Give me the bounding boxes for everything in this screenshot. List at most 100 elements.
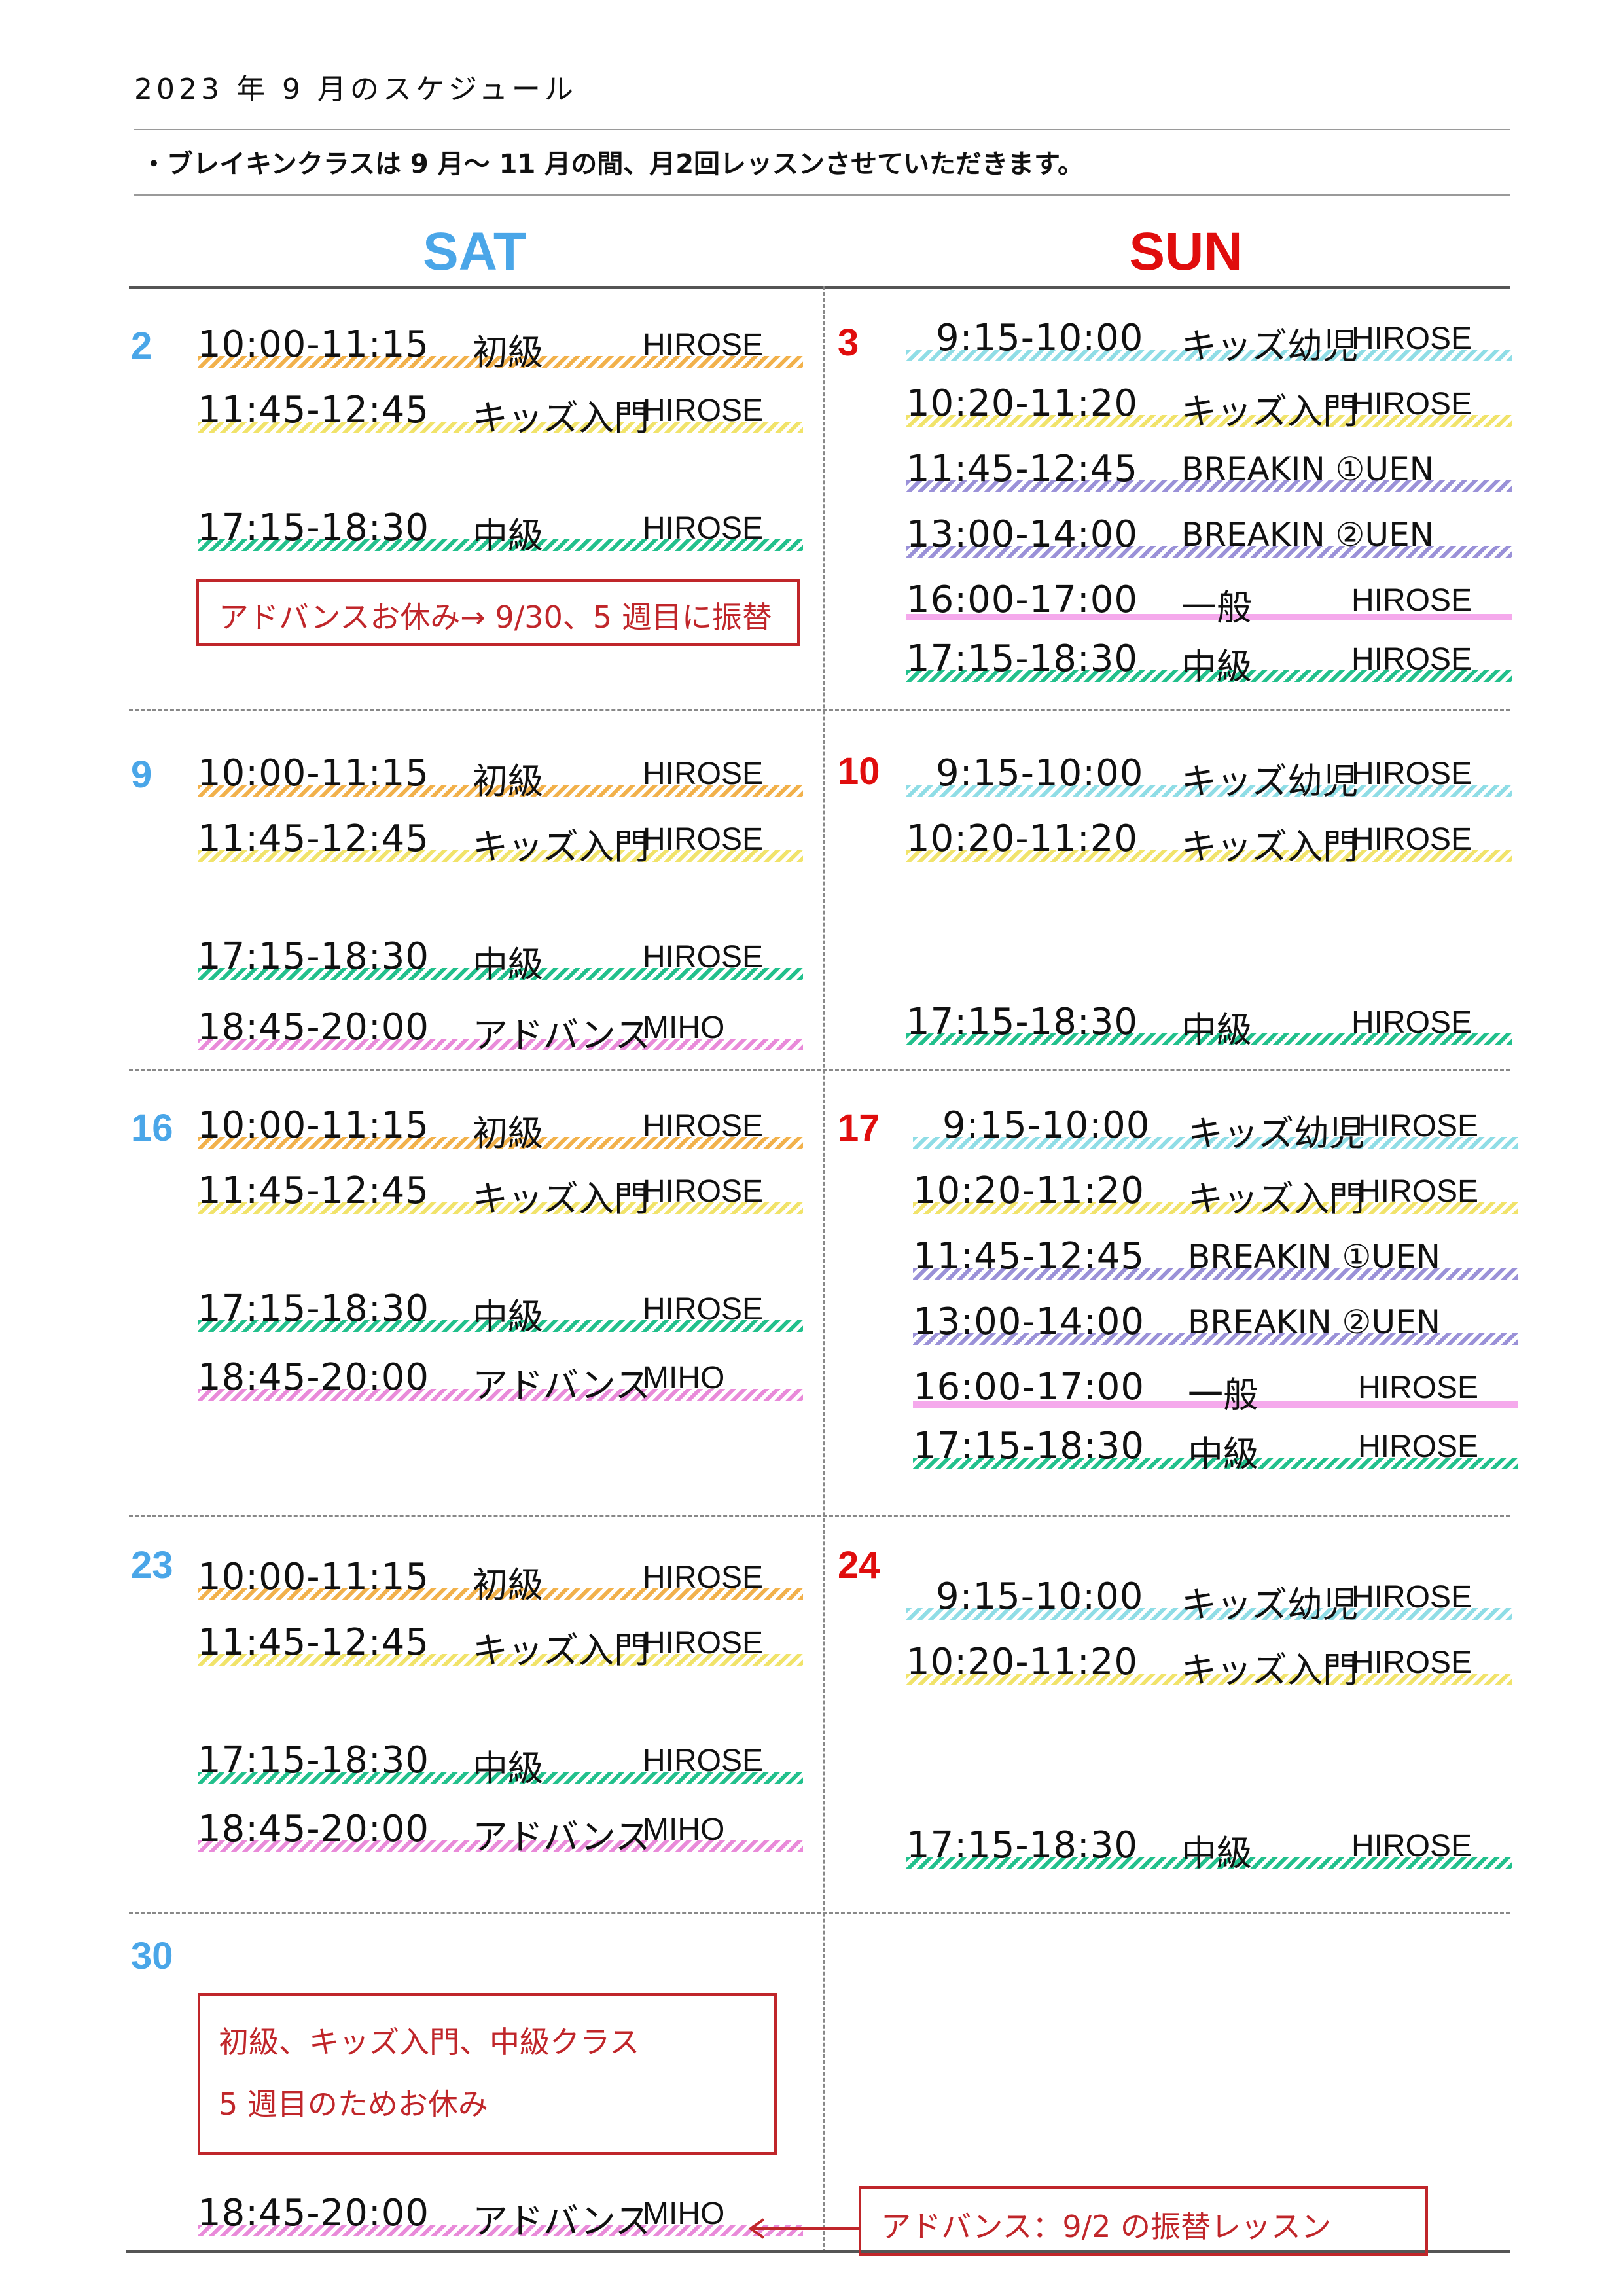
lesson-row: 10:20-11:20 キッズ入門 HIROSE	[906, 380, 1512, 432]
lesson-instructor: HIROSE	[1351, 757, 1472, 791]
lesson-instructor: HIROSE	[643, 1560, 764, 1595]
lesson-class: 中級	[1181, 646, 1252, 687]
lesson-row: 13:00-14:00 BREAKIN ②UEN	[906, 511, 1512, 558]
lesson-row: 17:15-18:30 中級 HIROSE	[906, 998, 1512, 1050]
lesson-class: 一般	[1181, 587, 1252, 628]
breakin-note: ・ブレイキンクラスは 9 月〜 11 月の間、月2回レッスンさせていただきます。	[141, 149, 1084, 179]
lesson-class: 中級	[473, 1748, 543, 1789]
sat-header: SAT	[423, 222, 526, 281]
week-divider	[129, 1515, 1510, 1517]
closure-notice-line: 5 週目のためお休み	[219, 2087, 488, 2122]
lesson-row: 10:00-11:15 初級 HIROSE	[198, 321, 803, 373]
lesson-class: アドバンス	[473, 1014, 651, 1056]
week-divider	[129, 1912, 1510, 1914]
lesson-instructor: HIROSE	[643, 822, 764, 857]
lesson-row: 13:00-14:00 BREAKIN ②UEN	[913, 1298, 1518, 1345]
lesson-time: 9:15-10:00	[936, 752, 1144, 795]
lesson-time: 11:45-12:45	[198, 389, 429, 431]
day-number-sat: 23	[131, 1544, 173, 1587]
lesson-instructor: HIROSE	[643, 1744, 764, 1778]
lesson-instructor: HIROSE	[1351, 642, 1472, 677]
lesson-row: 18:45-20:00 アドバンス MIHO	[198, 1003, 803, 1056]
lesson-class: キッズ入門	[473, 1630, 649, 1671]
lesson-class: キッズ入門	[473, 826, 649, 867]
header-rule	[129, 286, 1510, 289]
lesson-class: キッズ幼児	[1181, 325, 1358, 367]
notice-text: アドバンスお休み→ 9/30、5 週目に振替	[219, 600, 772, 635]
lesson-row: 9:15-10:00 キッズ幼児 HIROSE	[913, 1102, 1518, 1154]
lesson-row: 10:00-11:15 初級 HIROSE	[198, 1102, 803, 1154]
lesson-class: キッズ幼児	[1181, 1584, 1358, 1625]
notice-box: アドバンスお休み→ 9/30、5 週目に振替	[196, 579, 800, 646]
lesson-class: 一般	[1188, 1374, 1258, 1416]
lesson-time: 16:00-17:00	[906, 579, 1138, 621]
lesson-instructor: HIROSE	[643, 757, 764, 791]
lesson-class: キッズ幼児	[1181, 761, 1358, 802]
lesson-instructor: HIROSE	[1351, 387, 1472, 422]
lesson-class: キッズ幼児	[1188, 1113, 1364, 1154]
lesson-time: 11:45-12:45	[913, 1235, 1145, 1278]
day-number-sun: 17	[838, 1107, 880, 1149]
day-number-sun: 10	[838, 750, 880, 793]
lesson-row: 17:15-18:30 中級 HIROSE	[198, 504, 803, 556]
lesson-time: 10:20-11:20	[906, 1641, 1138, 1683]
lesson-class: 中級	[473, 944, 543, 985]
lesson-row: 10:20-11:20 キッズ入門 HIROSE	[906, 815, 1512, 867]
lesson-time: 9:15-10:00	[936, 1575, 1144, 1618]
lesson-time: 11:45-12:45	[198, 1170, 429, 1212]
lesson-class: BREAKIN ②UEN	[1181, 516, 1435, 554]
lesson-class: キッズ入門	[473, 1178, 649, 1219]
lesson-instructor: HIROSE	[1358, 1174, 1479, 1209]
lesson-row: 9:15-10:00 キッズ幼児 HIROSE	[906, 314, 1512, 367]
week-divider	[129, 709, 1510, 711]
lesson-row: 10:00-11:15 初級 HIROSE	[198, 749, 803, 802]
lesson-instructor: MIHO	[643, 1011, 725, 1045]
lesson-instructor: MIHO	[643, 1361, 725, 1395]
lesson-class: キッズ入門	[1181, 826, 1358, 867]
lesson-class: アドバンス	[473, 1365, 651, 1406]
lesson-class: BREAKIN ①UEN	[1181, 450, 1435, 488]
lesson-time: 17:15-18:30	[913, 1425, 1145, 1467]
lesson-row: 9:15-10:00 キッズ幼児 HIROSE	[906, 1573, 1512, 1625]
lesson-row: 17:15-18:30 中級 HIROSE	[913, 1422, 1518, 1475]
lesson-time: 16:00-17:00	[913, 1366, 1145, 1408]
lesson-class: 中級	[473, 515, 543, 556]
lesson-time: 10:00-11:15	[198, 323, 429, 366]
lesson-instructor: HIROSE	[643, 1292, 764, 1327]
lesson-instructor: HIROSE	[643, 511, 764, 546]
day-number-sat: 2	[131, 325, 152, 367]
lesson-row: 17:15-18:30 中級 HIROSE	[198, 1736, 803, 1789]
lesson-class: 初級	[473, 761, 543, 802]
column-divider	[823, 286, 825, 2253]
lesson-row: 18:45-20:00 アドバンス MIHO	[198, 1805, 803, 1857]
lesson-class: キッズ入門	[1181, 391, 1358, 432]
note-divider	[134, 194, 1510, 196]
lesson-time: 11:45-12:45	[198, 817, 429, 860]
lesson-instructor: MIHO	[643, 1812, 725, 1847]
lesson-row: 11:45-12:45 BREAKIN ①UEN	[913, 1232, 1518, 1280]
lesson-instructor: HIROSE	[1351, 1645, 1472, 1680]
lesson-time: 18:45-20:00	[198, 2192, 429, 2234]
makeup-notice-box: アドバンス：9/2 の振替レッスン	[859, 2186, 1428, 2256]
lesson-time: 17:15-18:30	[198, 507, 429, 549]
lesson-time: 17:15-18:30	[198, 935, 429, 978]
lesson-row: 11:45-12:45 キッズ入門 HIROSE	[198, 1167, 803, 1219]
lesson-time: 18:45-20:00	[198, 1006, 429, 1049]
lesson-row: 17:15-18:30 中級 HIROSE	[198, 1285, 803, 1337]
day-number-sat: 30	[131, 1935, 173, 1977]
lesson-class: 初級	[473, 1564, 543, 1605]
lesson-time: 17:15-18:30	[198, 1287, 429, 1330]
lesson-instructor: HIROSE	[1358, 1109, 1479, 1143]
lesson-row: 9:15-10:00 キッズ幼児 HIROSE	[906, 749, 1512, 802]
lesson-time: 18:45-20:00	[198, 1356, 429, 1399]
sun-header: SUN	[1129, 222, 1243, 281]
lesson-row: 17:15-18:30 中級 HIROSE	[198, 933, 803, 985]
lesson-time: 9:15-10:00	[936, 317, 1144, 359]
lesson-time: 17:15-18:30	[906, 1001, 1138, 1043]
lesson-time: 17:15-18:30	[198, 1739, 429, 1782]
lesson-class: キッズ入門	[1181, 1649, 1358, 1691]
lesson-class: 中級	[473, 1296, 543, 1337]
lesson-instructor: HIROSE	[1351, 583, 1472, 618]
lesson-instructor: HIROSE	[643, 940, 764, 975]
page-title: 2023 年 9 月のスケジュール	[134, 73, 577, 106]
